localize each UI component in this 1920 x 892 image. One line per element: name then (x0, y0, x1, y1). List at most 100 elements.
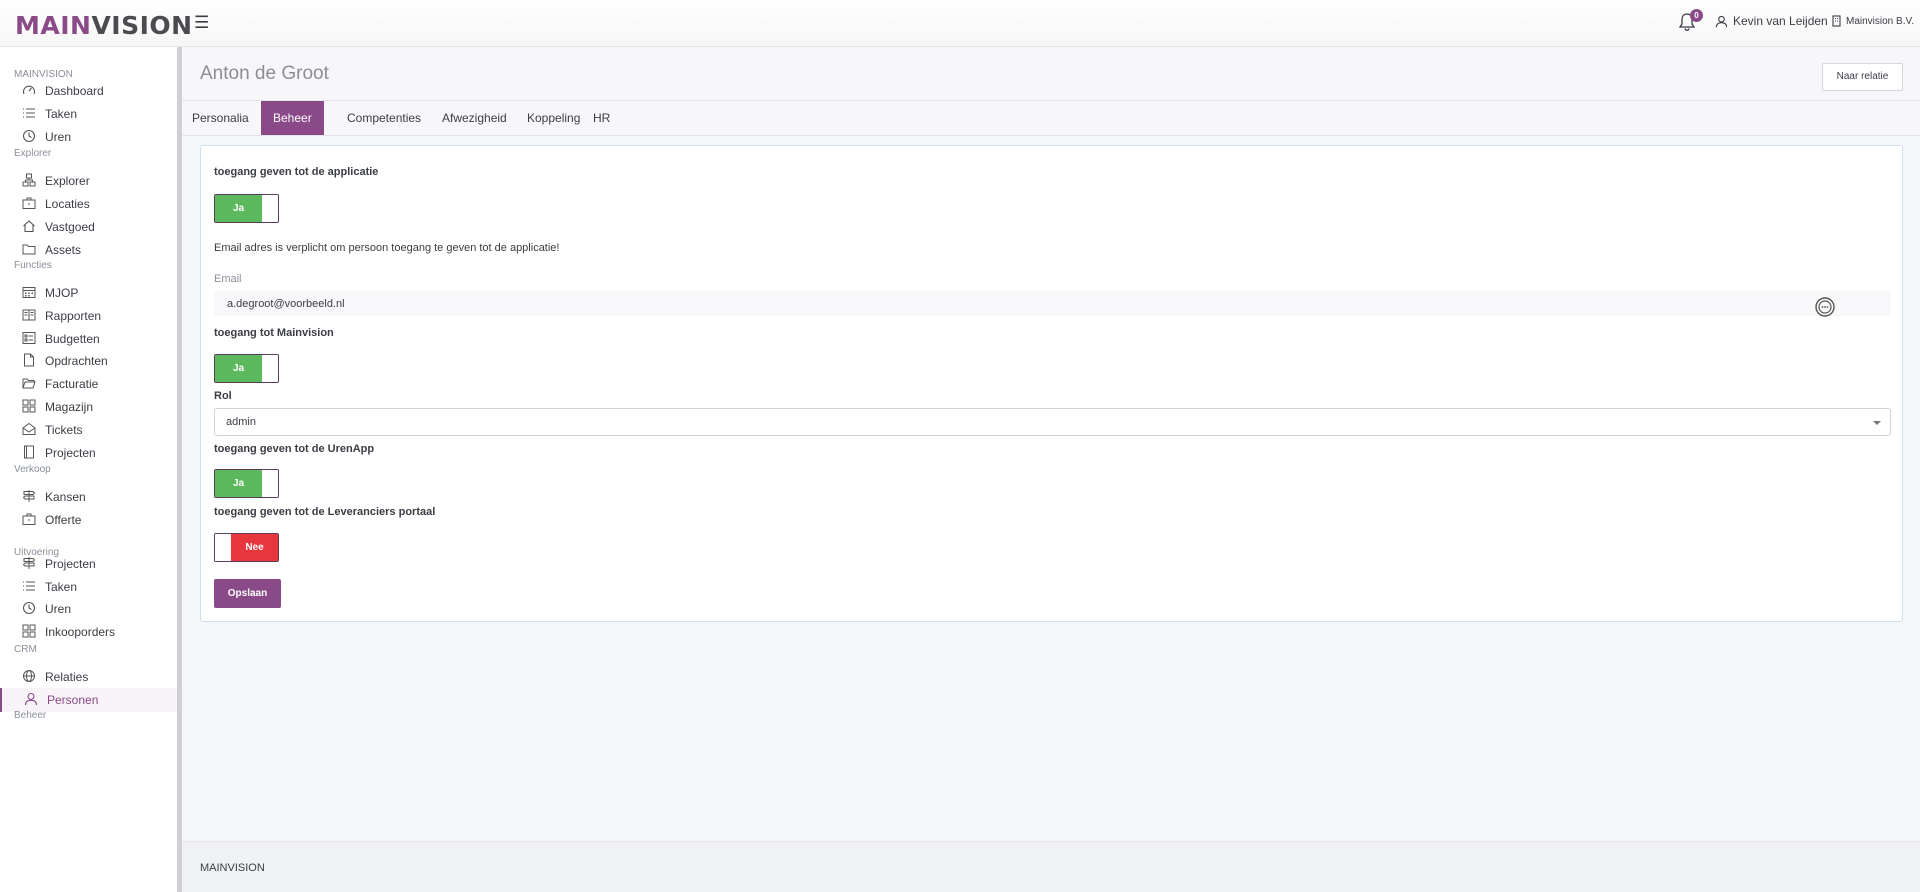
toggle-knob (262, 355, 278, 382)
sidebar-item-label: Assets (45, 243, 82, 257)
tab-hr[interactable]: HR (581, 101, 622, 135)
sidebar-item-label: Tickets (45, 423, 83, 437)
sidebar-item-label: Taken (45, 107, 78, 121)
sidebar-item-label: Budgetten (45, 332, 100, 346)
save-button[interactable]: Opslaan (214, 579, 281, 608)
naar-relatie-button[interactable]: Naar relatie (1822, 63, 1903, 91)
sidebar-item-taken[interactable]: Taken (0, 102, 178, 126)
sidebar-item-vastgoed[interactable]: Vastgoed (0, 215, 178, 239)
sidebar-item-label: Vastgoed (45, 220, 95, 234)
notification-badge: 0 (1690, 9, 1703, 22)
sidebar-item-label: Inkooporders (45, 625, 116, 639)
email-field[interactable] (214, 291, 1891, 316)
checklist-icon (22, 332, 36, 344)
sidebar-item-uren[interactable]: Uren (0, 597, 178, 621)
signpost-icon (22, 490, 36, 502)
list-icon (23, 108, 35, 118)
sidebar-item-mjop[interactable]: MJOP (0, 281, 178, 305)
toggle-knob (215, 534, 231, 561)
sidebar-item-explorer[interactable]: Explorer (0, 169, 178, 193)
sidebar-item-label: Relaties (45, 670, 89, 684)
grid-icon (22, 624, 36, 638)
calendar-icon (22, 287, 36, 298)
sidebar-item-locaties[interactable]: Locaties (0, 192, 178, 216)
book-icon (22, 309, 36, 321)
sidebar-item-magazijn[interactable]: Magazijn (0, 395, 178, 419)
tab-bar: Personalia Beheer Competenties Afwezighe… (182, 101, 1920, 136)
supplier-portal-toggle[interactable]: Nee (214, 533, 279, 562)
tab-afwezigheid[interactable]: Afwezigheid (430, 101, 519, 135)
dashboard-icon (22, 85, 36, 95)
grid-icon (22, 399, 36, 413)
sidebar-item-label: Projecten (45, 557, 96, 571)
sidebar-item-relaties[interactable]: Relaties (0, 665, 178, 689)
sidebar: MAINVISION Dashboard Taken Uren Explorer Expl… (0, 47, 180, 892)
sidebar-item-label: Rapporten (45, 309, 102, 323)
sidebar-item-projecten[interactable]: Projecten (0, 552, 178, 576)
book-open-icon (24, 445, 34, 459)
sidebar-item-label: Taken (45, 580, 78, 594)
sidebar-item-inkooporders[interactable]: Inkooporders (0, 620, 178, 644)
password-manager-icon[interactable] (1814, 296, 1836, 318)
sidebar-section-crm: CRM (14, 644, 37, 655)
sidebar-item-personen[interactable]: Personen (0, 688, 178, 712)
building-icon (1832, 15, 1841, 27)
tab-personalia[interactable]: Personalia (180, 101, 261, 135)
menu-toggle-icon[interactable]: ☰ (194, 13, 209, 33)
sidebar-item-rapporten[interactable]: Rapporten (0, 304, 178, 328)
footer: MAINVISION (182, 841, 1920, 892)
sidebar-section-beheer: Beheer (14, 710, 47, 721)
mainvision-access-label: toegang tot Mainvision (214, 327, 334, 339)
logo-text-main: MAIN (15, 11, 92, 40)
sidebar-item-label: Uren (45, 602, 72, 616)
globe-icon (23, 670, 35, 682)
sitemap-icon (22, 173, 36, 187)
sidebar-item-label: Locaties (45, 197, 90, 211)
app-access-toggle-value: Ja (215, 195, 262, 222)
folder-icon (22, 244, 36, 255)
beheer-form-card: toegang geven tot de applicatie Ja Email… (200, 145, 1903, 622)
company-name: Mainvision B.V. (1846, 15, 1914, 27)
sidebar-item-taken[interactable]: Taken (0, 575, 178, 599)
app-access-toggle[interactable]: Ja (214, 194, 279, 223)
sidebar-item-kansen[interactable]: Kansen (0, 485, 178, 509)
role-label: Rol (214, 390, 232, 402)
sidebar-item-label: Opdrachten (45, 354, 108, 368)
app-access-label: toegang geven tot de applicatie (214, 166, 379, 178)
list-icon (23, 581, 35, 591)
sidebar-section-functies: Functies (14, 260, 52, 271)
sidebar-item-opdrachten[interactable]: Opdrachten (0, 349, 178, 373)
sidebar-item-tickets[interactable]: Tickets (0, 418, 178, 442)
sidebar-item-label: Uren (45, 130, 72, 144)
sidebar-item-label: Dashboard (45, 84, 104, 98)
sidebar-item-budgetten[interactable]: Budgetten (0, 327, 178, 351)
tab-competenties[interactable]: Competenties (335, 101, 433, 135)
company-menu[interactable]: Mainvision B.V. (1831, 15, 1914, 27)
sidebar-item-assets[interactable]: Assets (0, 238, 178, 262)
urenapp-access-toggle[interactable]: Ja (214, 469, 279, 498)
sidebar-item-label: Explorer (45, 174, 90, 188)
user-menu[interactable]: Kevin van Leijden (1715, 14, 1828, 28)
sidebar-item-label: Kansen (45, 490, 86, 504)
sidebar-item-label: Projecten (45, 446, 96, 460)
mainvision-access-toggle-value: Ja (215, 355, 262, 382)
briefcase-icon (22, 197, 36, 209)
user-name: Kevin van Leijden (1733, 14, 1828, 28)
sidebar-item-projecten[interactable]: Projecten (0, 441, 178, 465)
sidebar-item-dashboard[interactable]: Dashboard (0, 79, 178, 103)
sidebar-scrollbar[interactable] (177, 47, 182, 892)
sidebar-item-facturatie[interactable]: Facturatie (0, 372, 178, 396)
signpost-icon (22, 557, 36, 569)
folder-open-icon (22, 378, 36, 389)
supplier-portal-toggle-value: Nee (231, 534, 278, 561)
mainvision-logo[interactable]: MAINVISION (15, 11, 193, 40)
user-icon (24, 692, 38, 706)
mainvision-access-toggle[interactable]: Ja (214, 354, 279, 383)
role-select[interactable]: admin (214, 408, 1891, 436)
tab-beheer[interactable]: Beheer (261, 101, 324, 135)
supplier-portal-label: toegang geven tot de Leveranciers portaa… (214, 506, 436, 518)
sidebar-item-offerte[interactable]: Offerte (0, 508, 178, 532)
sidebar-item-uren[interactable]: Uren (0, 125, 178, 149)
chevron-down-icon (1873, 421, 1881, 425)
sidebar-item-label: Magazijn (45, 400, 94, 414)
